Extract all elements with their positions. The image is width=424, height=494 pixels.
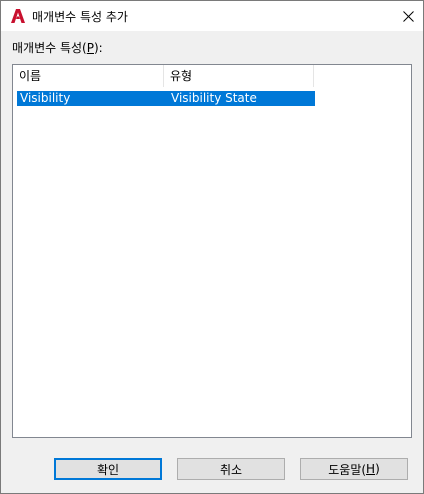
parameter-properties-list[interactable]: 이름 유형 Visibility Visibility State <box>12 64 412 438</box>
parameter-properties-label: 매개변수 특성(P): <box>12 41 103 55</box>
help-button[interactable]: 도움말(H) <box>300 458 408 480</box>
list-header: 이름 유형 <box>13 65 314 87</box>
dialog-window: 매개변수 특성 추가 매개변수 특성(P): 이름 유형 Visibility … <box>0 0 424 494</box>
column-header-type[interactable]: 유형 <box>164 65 314 87</box>
list-row-selected[interactable]: Visibility Visibility State <box>17 91 315 106</box>
ok-button[interactable]: 확인 <box>54 458 162 480</box>
dialog-title: 매개변수 특성 추가 <box>32 10 128 24</box>
column-header-name[interactable]: 이름 <box>13 65 164 87</box>
autocad-a-icon <box>11 9 25 23</box>
row-name-cell: Visibility <box>20 91 71 105</box>
title-bar[interactable]: 매개변수 특성 추가 <box>1 1 423 31</box>
row-type-cell: Visibility State <box>171 91 257 105</box>
close-button[interactable] <box>393 1 423 31</box>
close-icon <box>402 10 414 22</box>
cancel-button[interactable]: 취소 <box>177 458 285 480</box>
